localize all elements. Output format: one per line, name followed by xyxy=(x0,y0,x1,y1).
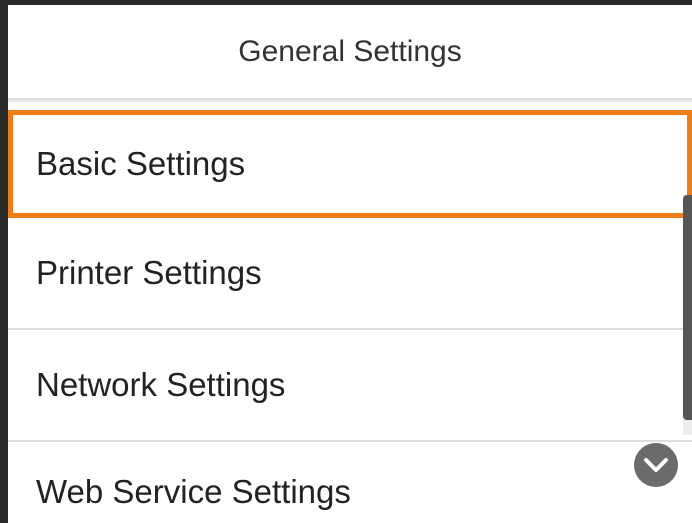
settings-list: Basic Settings Printer Settings Network … xyxy=(8,104,692,523)
menu-item-printer-settings[interactable]: Printer Settings xyxy=(8,218,692,330)
scrollbar-thumb[interactable] xyxy=(683,195,692,420)
general-settings-screen: General Settings Basic Settings Printer … xyxy=(0,0,692,523)
menu-item-label: Printer Settings xyxy=(36,254,262,291)
menu-item-web-service-settings[interactable]: Web Service Settings xyxy=(8,442,692,523)
scroll-down-button[interactable] xyxy=(634,443,678,487)
page-title: General Settings xyxy=(8,5,692,98)
frame-left-edge xyxy=(0,0,8,523)
menu-item-label: Network Settings xyxy=(36,366,286,403)
menu-item-network-settings[interactable]: Network Settings xyxy=(8,330,692,442)
page-title-text: General Settings xyxy=(238,34,462,68)
chevron-down-icon xyxy=(644,458,668,472)
menu-item-label: Web Service Settings xyxy=(36,473,351,510)
menu-item-basic-settings[interactable]: Basic Settings xyxy=(8,110,692,218)
menu-item-label: Basic Settings xyxy=(36,145,246,182)
